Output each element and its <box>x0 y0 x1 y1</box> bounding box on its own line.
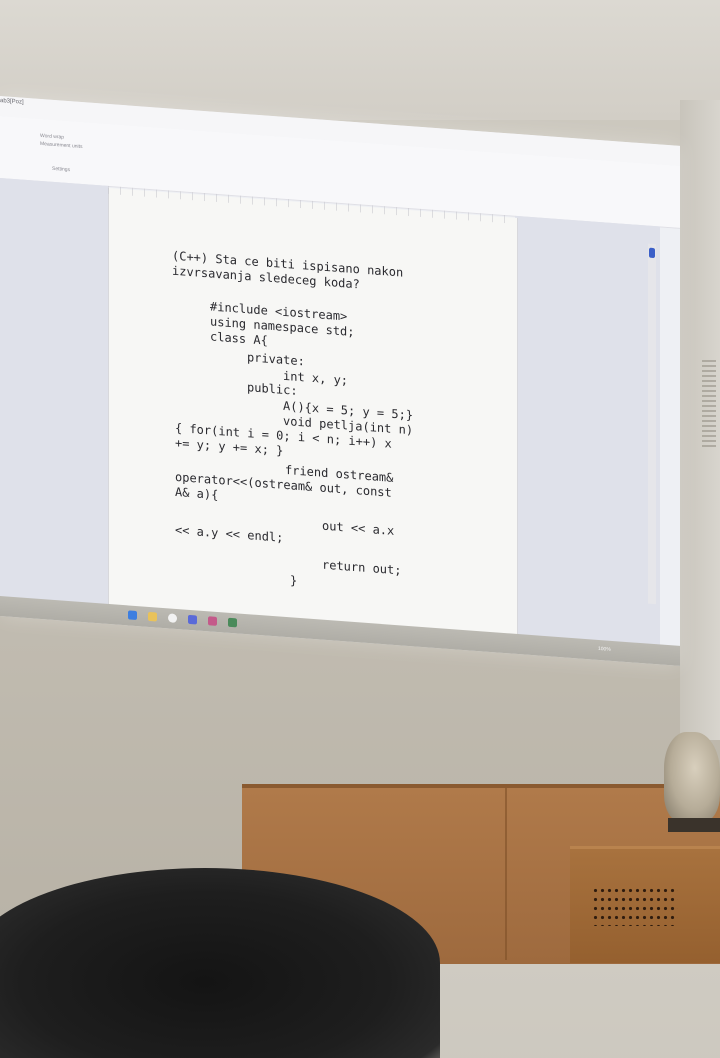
projected-screen: ab3[Poz] Word wrap Measurement units Set… <box>0 96 680 666</box>
code-line-param: A& a){ <box>175 484 219 503</box>
right-margin-pane <box>515 215 660 647</box>
lectern-perforations <box>592 886 678 926</box>
vertical-scrollbar[interactable] <box>648 243 656 605</box>
chrome-icon[interactable] <box>168 613 177 623</box>
audience-head <box>0 868 440 1058</box>
sculpture-bust <box>664 732 720 822</box>
app-icon[interactable] <box>188 614 197 625</box>
window-title: ab3[Poz] <box>0 98 24 106</box>
cabinet-seam <box>505 788 507 960</box>
file-explorer-icon[interactable] <box>148 611 157 622</box>
app-icon[interactable] <box>208 616 217 626</box>
app-icon[interactable] <box>228 617 237 628</box>
edge-icon[interactable] <box>128 610 137 621</box>
sculpture-base <box>668 818 720 832</box>
ceiling <box>0 0 720 120</box>
ribbon-measurement-units[interactable]: Measurement units <box>40 141 83 150</box>
left-margin-pane <box>0 178 108 606</box>
zoom-level: 100% <box>598 645 611 653</box>
wall-vent <box>702 360 716 450</box>
ribbon-word-wrap[interactable]: Word wrap <box>40 133 64 141</box>
scrollbar-thumb[interactable] <box>649 247 655 259</box>
code-line-close: } <box>290 573 298 588</box>
ribbon-settings[interactable]: Settings <box>52 166 70 173</box>
